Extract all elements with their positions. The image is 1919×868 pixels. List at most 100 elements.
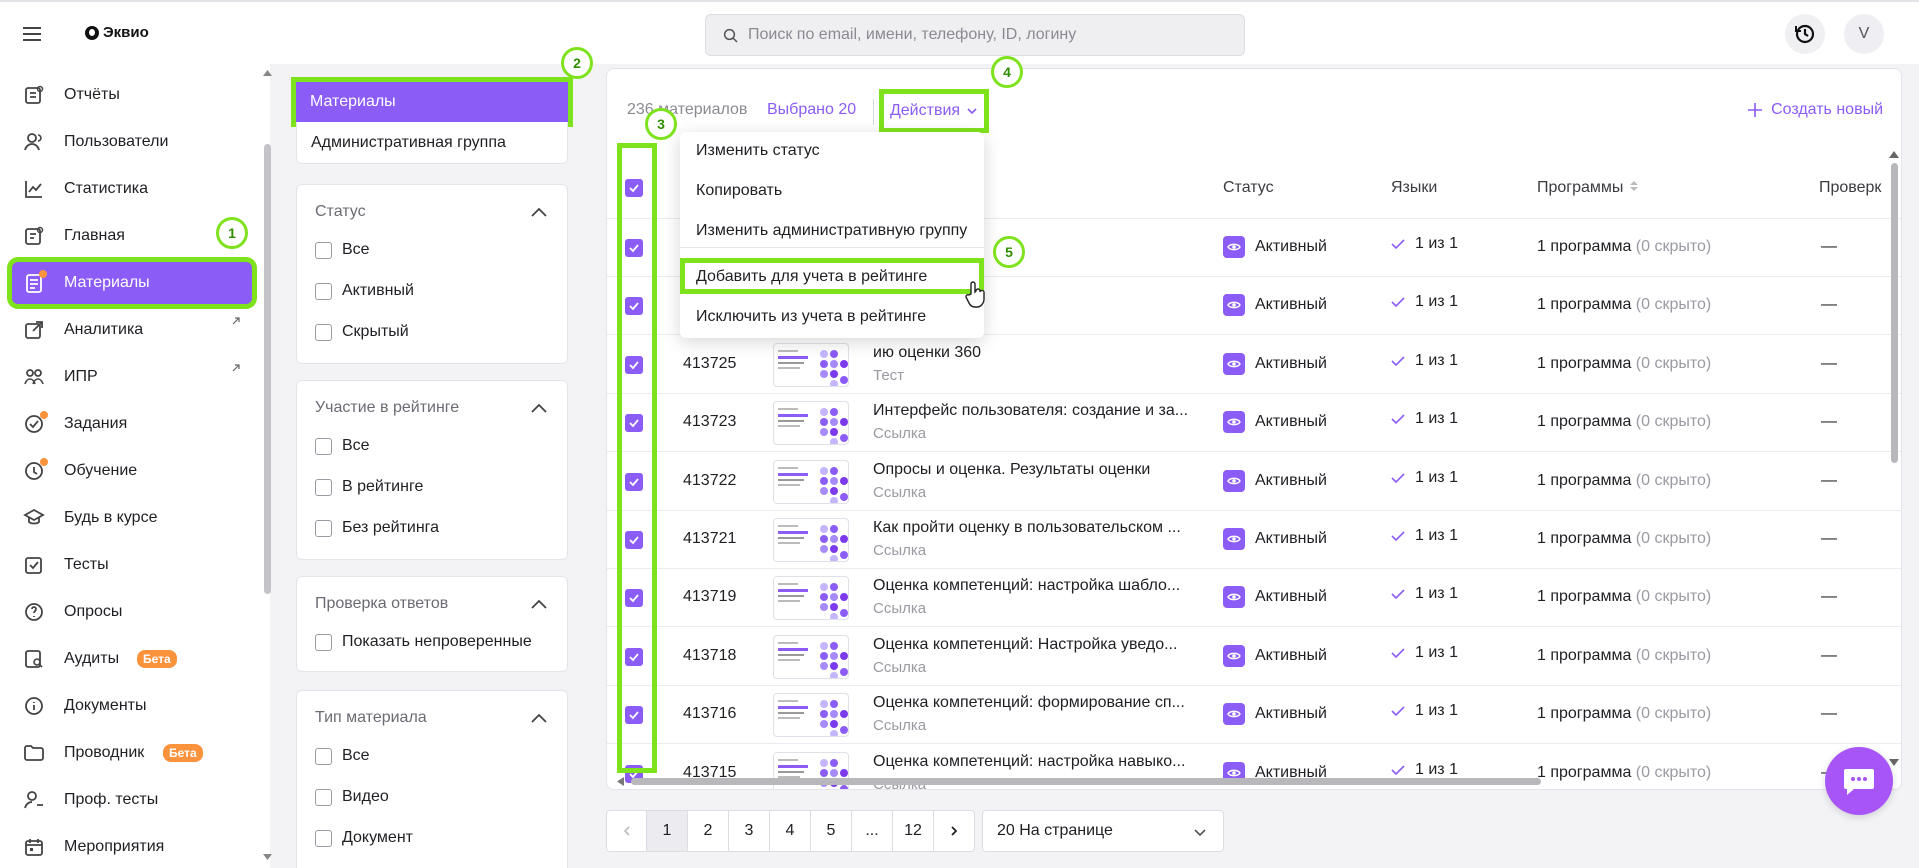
material-thumbnail[interactable] bbox=[773, 576, 849, 621]
sidebar-item-audits[interactable]: Аудиты Бета bbox=[12, 638, 252, 680]
checkbox[interactable] bbox=[315, 747, 332, 765]
status-option-active[interactable]: Активный bbox=[315, 282, 414, 300]
checkbox[interactable] bbox=[315, 437, 332, 455]
status-option-all[interactable]: Все bbox=[315, 241, 370, 259]
sidebar-item-learning[interactable]: Обучение bbox=[12, 450, 252, 492]
page-ellipsis[interactable]: ... bbox=[852, 810, 893, 852]
material-thumbnail[interactable] bbox=[773, 693, 849, 738]
sidebar-item-documents[interactable]: Документы bbox=[12, 685, 252, 727]
material-thumbnail[interactable] bbox=[773, 634, 849, 679]
status-option-hidden[interactable]: Скрытый bbox=[315, 323, 409, 341]
material-title[interactable]: ию оценки 360 bbox=[873, 344, 1193, 362]
menu-item-add-to-rating[interactable]: Добавить для учета в рейтинге bbox=[696, 268, 927, 286]
sidebar-item-users[interactable]: Пользователи bbox=[12, 121, 252, 163]
menu-icon[interactable] bbox=[20, 22, 44, 46]
next-page-button[interactable] bbox=[934, 810, 975, 852]
table-row[interactable]: 413716 Оценка компетенций: формирование с… bbox=[607, 686, 1901, 745]
programs-cell[interactable]: 1 программа (0 скрыто) bbox=[1537, 413, 1711, 431]
checkbox[interactable] bbox=[315, 282, 332, 300]
checkbox[interactable] bbox=[315, 323, 332, 341]
programs-cell[interactable]: 1 программа (0 скрыто) bbox=[1537, 647, 1711, 665]
checkbox[interactable] bbox=[315, 519, 332, 537]
type-option-video[interactable]: Видео bbox=[315, 788, 389, 806]
category-materials[interactable]: Материалы bbox=[296, 82, 568, 122]
programs-cell[interactable]: 1 программа (0 скрыто) bbox=[1537, 472, 1711, 490]
checkbox[interactable] bbox=[315, 633, 332, 651]
per-page-select[interactable]: 20 На странице bbox=[982, 810, 1224, 852]
column-check[interactable]: Проверк bbox=[1819, 179, 1881, 197]
checkbox[interactable] bbox=[315, 788, 332, 806]
avatar[interactable]: V bbox=[1844, 14, 1884, 54]
rating-option-out[interactable]: Без рейтинга bbox=[315, 519, 439, 537]
programs-cell[interactable]: 1 программа (0 скрыто) bbox=[1537, 238, 1711, 256]
review-option-unchecked[interactable]: Показать непроверенные bbox=[315, 633, 532, 651]
table-row[interactable]: 413721 Как пройти оценку в пользовательск… bbox=[607, 511, 1901, 569]
programs-cell[interactable]: 1 программа (0 скрыто) bbox=[1537, 588, 1711, 606]
sidebar-item-surveys[interactable]: Опросы bbox=[12, 591, 252, 633]
sort-icon[interactable] bbox=[1629, 180, 1639, 192]
sidebar-item-ipr[interactable]: ИПР bbox=[12, 356, 252, 398]
material-title[interactable]: Опросы и оценка. Результаты оценки bbox=[873, 461, 1193, 479]
checkbox[interactable] bbox=[315, 829, 332, 847]
column-status[interactable]: Статус bbox=[1223, 179, 1274, 197]
programs-cell[interactable]: 1 программа (0 скрыто) bbox=[1537, 705, 1711, 723]
sidebar-item-reports[interactable]: Отчёты bbox=[12, 74, 252, 116]
search-input[interactable] bbox=[748, 15, 1228, 55]
chat-button[interactable] bbox=[1825, 747, 1893, 815]
table-row[interactable]: 413725 ию оценки 360 Тест Активный 1 из 1 1 п… bbox=[607, 336, 1901, 394]
page-button[interactable]: 5 bbox=[811, 810, 852, 852]
programs-cell[interactable]: 1 программа (0 скрыто) bbox=[1537, 296, 1711, 314]
rating-option-all[interactable]: Все bbox=[315, 437, 370, 455]
table-row[interactable]: 413722 Опросы и оценка. Результаты оценки… bbox=[607, 453, 1901, 511]
material-thumbnail[interactable] bbox=[773, 342, 849, 387]
prev-page-button[interactable] bbox=[606, 810, 647, 852]
rating-option-in[interactable]: В рейтинге bbox=[315, 478, 423, 496]
table-row[interactable]: 413718 Оценка компетенций: Настройка увед… bbox=[607, 628, 1901, 686]
checkbox[interactable] bbox=[315, 241, 332, 259]
material-title[interactable]: Оценка компетенций: формирование сп... bbox=[873, 694, 1193, 712]
material-thumbnail[interactable] bbox=[773, 401, 849, 446]
checkbox[interactable] bbox=[315, 478, 332, 496]
menu-item-exclude-from-rating[interactable]: Исключить из учета в рейтинге bbox=[696, 308, 926, 326]
actions-dropdown-button[interactable]: Действия bbox=[879, 89, 989, 133]
page-button[interactable]: 12 bbox=[893, 810, 934, 852]
menu-item-change-admin-group[interactable]: Изменить административную группу bbox=[696, 222, 967, 240]
chevron-up-icon[interactable] bbox=[531, 403, 547, 413]
sidebar-item-materials[interactable]: Материалы bbox=[12, 262, 252, 304]
chevron-up-icon[interactable] bbox=[531, 599, 547, 609]
category-admin-group[interactable]: Административная группа bbox=[296, 122, 568, 164]
vertical-scroll-thumb[interactable] bbox=[1891, 163, 1898, 463]
page-button[interactable]: 1 bbox=[647, 810, 688, 852]
sidebar-item-tasks[interactable]: Задания bbox=[12, 403, 252, 445]
table-row[interactable]: 413723 Интерфейс пользователя: создание и… bbox=[607, 394, 1901, 453]
sidebar-item-tests[interactable]: Тесты bbox=[12, 544, 252, 586]
material-title[interactable]: Оценка компетенций: Настройка уведо... bbox=[873, 636, 1193, 654]
page-button[interactable]: 3 bbox=[729, 810, 770, 852]
horizontal-scroll-thumb[interactable] bbox=[631, 778, 1541, 785]
programs-cell[interactable]: 1 программа (0 скрыто) bbox=[1537, 355, 1711, 373]
type-option-document[interactable]: Документ bbox=[315, 829, 413, 847]
sidebar-scroll-thumb[interactable] bbox=[264, 144, 271, 594]
chevron-up-icon[interactable] bbox=[531, 713, 547, 723]
page-button[interactable]: 4 bbox=[770, 810, 811, 852]
sidebar-item-statistics[interactable]: Статистика bbox=[12, 168, 252, 210]
search-box[interactable] bbox=[705, 14, 1245, 56]
page-button[interactable]: 2 bbox=[688, 810, 729, 852]
sidebar-item-news[interactable]: Будь в курсе bbox=[12, 497, 252, 539]
material-title[interactable]: Оценка компетенций: настройка навыко... bbox=[873, 753, 1193, 771]
create-new-button[interactable]: Создать новый bbox=[1747, 101, 1883, 119]
type-option-all[interactable]: Все bbox=[315, 747, 370, 765]
material-title[interactable]: Как пройти оценку в пользовательском ... bbox=[873, 519, 1193, 537]
history-button[interactable] bbox=[1785, 14, 1825, 54]
selected-count[interactable]: Выбрано 20 bbox=[767, 101, 856, 119]
programs-cell[interactable]: 1 программа (0 скрыто) bbox=[1537, 530, 1711, 548]
material-thumbnail[interactable] bbox=[773, 518, 849, 562]
sidebar-item-analytics[interactable]: Аналитика bbox=[12, 309, 252, 351]
column-programs[interactable]: Программы bbox=[1537, 179, 1639, 197]
chevron-up-icon[interactable] bbox=[531, 207, 547, 217]
sidebar-item-prof-tests[interactable]: Проф. тесты bbox=[12, 779, 252, 821]
menu-item-copy[interactable]: Копировать bbox=[696, 182, 782, 200]
material-title[interactable]: Оценка компетенций: настройка шабло... bbox=[873, 577, 1193, 595]
sidebar-item-explorer[interactable]: Проводник Бета bbox=[12, 732, 252, 774]
sidebar-item-events[interactable]: Мероприятия bbox=[12, 826, 252, 868]
